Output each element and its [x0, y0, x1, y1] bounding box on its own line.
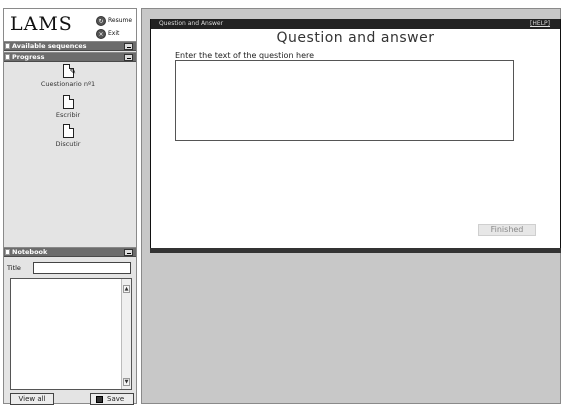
activity-discutir[interactable]: Discutir: [28, 124, 108, 148]
resume-button[interactable]: ↻ Resume: [96, 14, 132, 27]
save-button[interactable]: Save: [90, 393, 134, 405]
progress-bar-header[interactable]: Progress: [4, 52, 136, 62]
exit-label: Exit: [108, 30, 120, 37]
save-label: Save: [107, 395, 125, 403]
notebook-label: Notebook: [12, 248, 48, 256]
panel-icon: [5, 54, 10, 60]
panel-icon: [5, 249, 10, 255]
available-sequences-bar[interactable]: Available sequences: [4, 41, 136, 51]
bottom-divider: [150, 248, 561, 253]
activity-label: Discutir: [55, 140, 81, 148]
available-sequences-label: Available sequences: [12, 42, 87, 50]
view-all-button[interactable]: View all: [10, 393, 54, 405]
title-input[interactable]: [33, 262, 131, 274]
page-title: Question and answer: [276, 30, 435, 46]
minimize-icon[interactable]: [124, 249, 133, 256]
minimize-icon[interactable]: [124, 54, 133, 61]
document-icon: [62, 124, 74, 138]
scroll-down-icon[interactable]: ▼: [123, 378, 130, 386]
logo-area: LAMS ↻ Resume × Exit: [4, 9, 136, 41]
exit-icon: ×: [96, 28, 106, 39]
resume-icon: ↻: [96, 15, 106, 26]
panel-icon: [5, 43, 10, 49]
question-prompt: Enter the text of the question here: [175, 51, 315, 60]
exit-button[interactable]: × Exit: [96, 27, 119, 40]
resume-label: Resume: [108, 17, 133, 24]
activity-escribir[interactable]: Escribir: [28, 95, 108, 119]
header-strip: Question and Answer [HELP]: [151, 19, 560, 29]
activity-label: Escribir: [55, 111, 81, 119]
activity-label: Cuestionario nº1: [40, 80, 96, 88]
title-label: Title: [7, 264, 21, 272]
help-link[interactable]: [HELP]: [530, 19, 550, 29]
answer-textarea[interactable]: [175, 60, 514, 141]
minimize-icon[interactable]: [124, 43, 133, 50]
activity-panel: Question and Answer [HELP] Question and …: [150, 19, 561, 248]
progress-label: Progress: [12, 53, 45, 61]
document-icon: [62, 95, 74, 109]
main-area: Question and Answer [HELP] Question and …: [141, 8, 561, 404]
scroll-up-icon[interactable]: ▲: [123, 285, 130, 293]
scrollbar[interactable]: ▲ ▼: [121, 279, 131, 389]
document-edit-icon: ✎: [62, 64, 76, 78]
strip-title: Question and Answer: [159, 20, 224, 27]
left-panel: LAMS ↻ Resume × Exit Available sequences…: [3, 8, 137, 405]
save-icon: [96, 396, 103, 403]
lams-logo: LAMS: [10, 13, 73, 35]
notebook-bar[interactable]: Notebook: [4, 247, 136, 257]
notes-textarea[interactable]: ▲ ▼: [10, 278, 132, 390]
finished-button[interactable]: Finished: [478, 224, 536, 236]
activity-cuestionario[interactable]: ✎ Cuestionario nº1: [28, 64, 108, 88]
